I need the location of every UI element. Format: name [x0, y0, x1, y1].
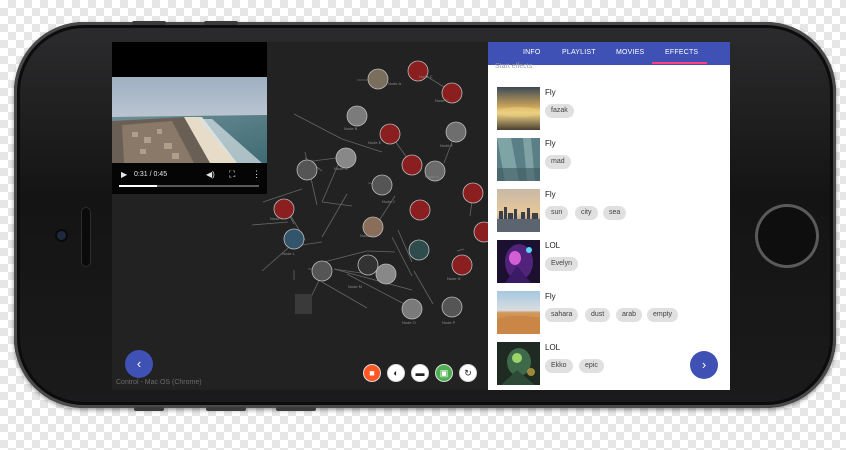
svg-text:Node F: Node F [440, 143, 454, 148]
tag-chip[interactable]: city [575, 206, 598, 220]
svg-text:Node B: Node B [344, 126, 358, 131]
forward-button[interactable]: › [690, 351, 718, 379]
svg-text:Node K: Node K [360, 233, 374, 238]
sync-button[interactable]: ↻ [459, 364, 477, 382]
sync-icon: ↻ [464, 368, 472, 378]
tag-chip[interactable]: epic [579, 359, 604, 373]
svg-text:Node H: Node H [425, 174, 439, 179]
tag-chip[interactable]: fazak [545, 104, 574, 118]
tag-chip[interactable]: Evelyn [545, 257, 579, 271]
sunset-clouds-thumbnail [497, 87, 540, 130]
volume-down-button [204, 21, 238, 25]
svg-text:Node P: Node P [442, 320, 456, 325]
svg-text:Node L: Node L [282, 251, 296, 256]
effect-title: Fly [545, 190, 556, 199]
fullscreen-icon[interactable]: ⛶ [229, 169, 235, 180]
svg-text:Node A: Node A [388, 81, 401, 86]
underwater-light-thumbnail [497, 138, 540, 181]
active-tab-indicator [652, 62, 707, 64]
effect-title: Fly [545, 139, 556, 148]
back-button[interactable]: ‹ [125, 350, 153, 378]
effect-card[interactable]: Fly sahara dust arab empty [497, 291, 727, 335]
side-panel: INFO PLAYLIST MOVIES EFFECTS Start effec… [488, 42, 730, 390]
svg-text:Node D: Node D [435, 98, 449, 103]
tab-effects[interactable]: EFFECTS [665, 49, 698, 56]
video-controls: ▶ 0:31 / 0:45 ◀) ⛶ ⋮ [112, 163, 267, 194]
side-button-2 [206, 407, 246, 411]
control-label: Control - Mac OS (Chrome) [116, 379, 202, 386]
video-player[interactable]: ▶ 0:31 / 0:45 ◀) ⛶ ⋮ [112, 42, 267, 194]
stop-icon: ■ [369, 368, 375, 378]
volume-icon[interactable]: ◀) [206, 170, 215, 179]
home-button[interactable] [755, 204, 819, 268]
stop-button[interactable]: ■ [363, 364, 381, 382]
effect-card[interactable]: LOL Evelyn [497, 240, 727, 284]
effect-card[interactable]: Fly sun city sea [497, 189, 727, 233]
screen-icon: ▬ [415, 368, 425, 378]
effect-card[interactable]: Fly mad [497, 138, 727, 182]
tag-chip[interactable]: sahara [545, 308, 579, 322]
tag-chip[interactable]: arab [616, 308, 643, 322]
svg-text:Node M: Node M [348, 284, 362, 289]
tag-chip[interactable]: empty [647, 308, 679, 322]
svg-text:Node O: Node O [402, 320, 416, 325]
app-screen: Node A Node B Node C Node D Node E Node … [112, 42, 730, 390]
video-thumbnail [112, 77, 267, 163]
video-time: 0:31 / 0:45 [134, 171, 168, 178]
video-frame [112, 77, 267, 163]
screen-button[interactable]: ▬ [411, 364, 429, 382]
tag-chip[interactable]: sun [545, 206, 569, 220]
tab-bar: INFO PLAYLIST MOVIES EFFECTS [488, 42, 730, 65]
search-hint: Start effects [495, 63, 533, 70]
volume-up-button [132, 21, 166, 25]
city-sunset-thumbnail [497, 189, 540, 232]
tag-chip[interactable]: Ekko [545, 359, 573, 373]
play-icon[interactable]: ▶ [121, 170, 127, 179]
portrait-icon: ▣ [439, 368, 449, 378]
tag-chip[interactable]: sea [603, 206, 627, 220]
contrast-button[interactable]: ◐ [387, 364, 405, 382]
tag-chip[interactable]: mad [545, 155, 571, 169]
svg-text:Node J: Node J [382, 199, 395, 204]
video-progress-bar[interactable] [119, 185, 259, 187]
svg-text:Node C: Node C [419, 74, 433, 79]
svg-text:Node E: Node E [368, 140, 382, 145]
effect-title: LOL [545, 241, 561, 250]
desert-thumbnail [497, 291, 540, 334]
champion-thumbnail [497, 342, 540, 385]
effect-card[interactable]: Fly fazak [497, 87, 727, 131]
speaker-grille [81, 207, 91, 267]
more-options-icon[interactable]: ⋮ [252, 169, 261, 180]
contrast-icon: ◐ [393, 368, 399, 378]
tab-movies[interactable]: MOVIES [616, 49, 644, 56]
side-button-3 [276, 407, 316, 411]
video-progress-fill [119, 185, 157, 187]
tag-chip[interactable]: dust [585, 308, 611, 322]
effect-title: Fly [545, 292, 556, 301]
svg-text:Node G: Node G [334, 166, 348, 171]
svg-text:Node I: Node I [270, 216, 282, 221]
side-button [134, 407, 164, 411]
svg-text:Node N: Node N [447, 276, 461, 281]
effect-title: LOL [545, 343, 561, 352]
tab-playlist[interactable]: PLAYLIST [562, 49, 596, 56]
portrait-button[interactable]: ▣ [435, 364, 453, 382]
tab-info[interactable]: INFO [523, 49, 541, 56]
effect-title: Fly [545, 88, 556, 97]
front-camera [57, 231, 66, 240]
neon-character-thumbnail [497, 240, 540, 283]
